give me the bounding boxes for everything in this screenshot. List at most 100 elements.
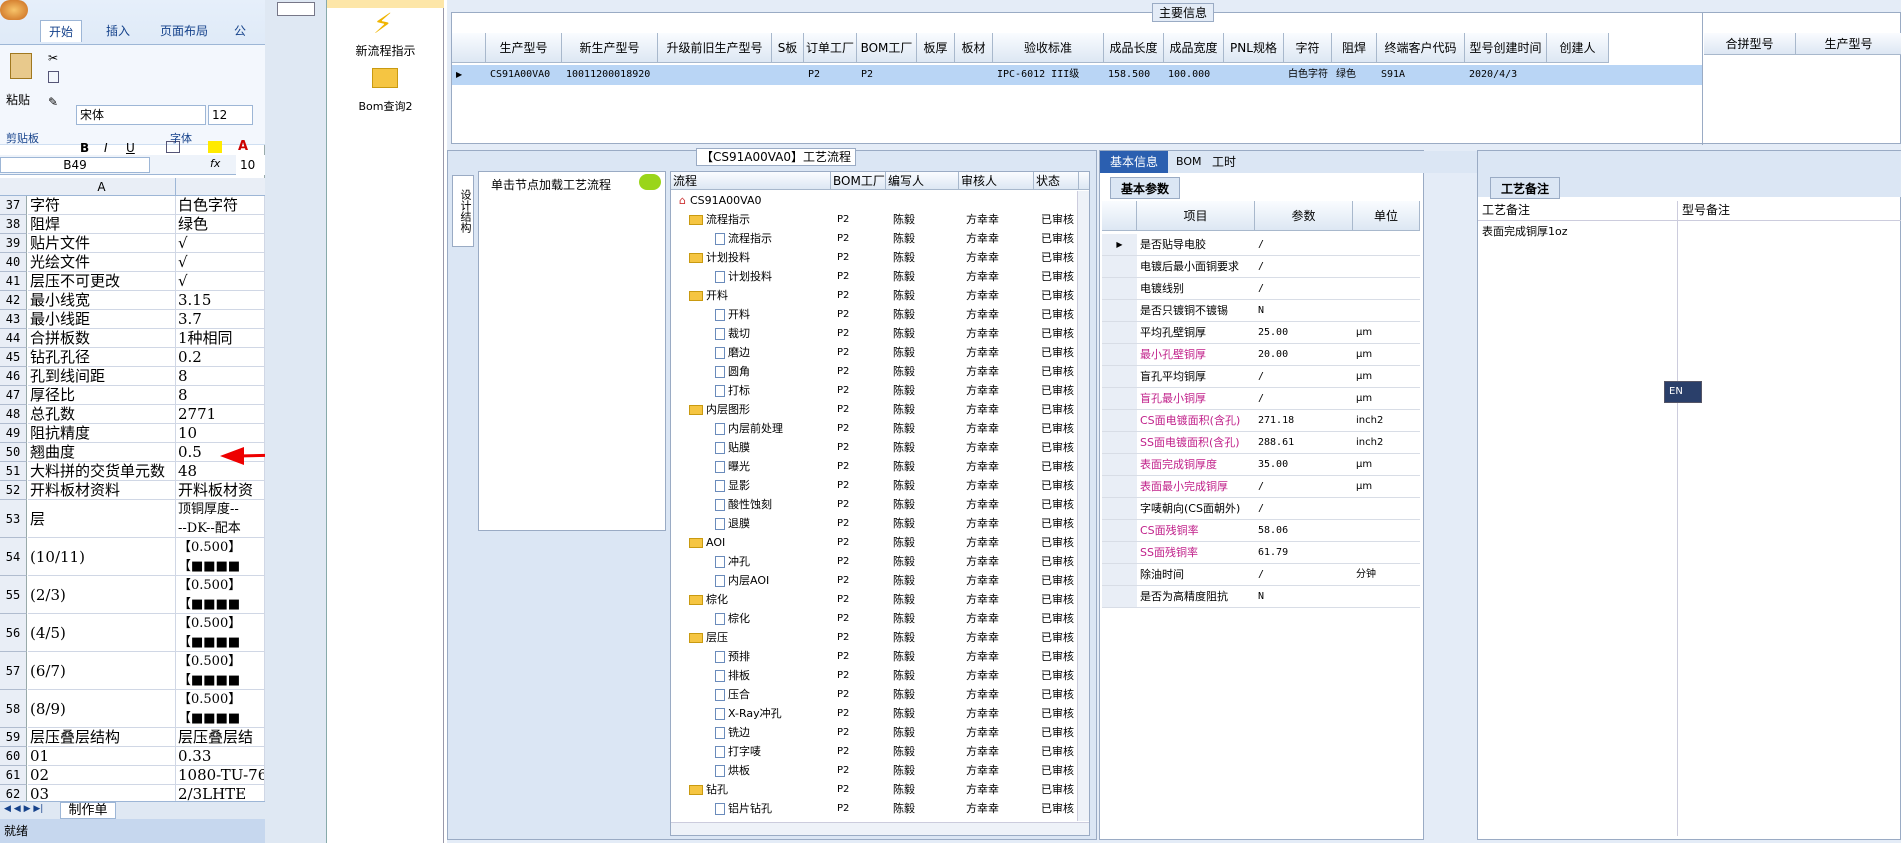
lightning-icon[interactable]: ⚡ xyxy=(373,10,393,38)
main-header-cell[interactable]: 阻焊 xyxy=(1332,33,1377,63)
param-row-selector[interactable] xyxy=(1102,476,1137,497)
param-row-selector[interactable] xyxy=(1102,388,1137,409)
row-number[interactable]: 52 xyxy=(0,481,27,500)
main-header-cell[interactable]: 板材 xyxy=(955,33,993,63)
row-number[interactable]: 57 xyxy=(0,652,27,690)
param-value[interactable]: 288.61 xyxy=(1258,432,1353,453)
param-value[interactable]: 58.06 xyxy=(1258,520,1353,541)
paste-icon[interactable] xyxy=(10,53,32,79)
row-number[interactable]: 49 xyxy=(0,424,27,443)
tree-row[interactable]: 冲孔 P2 陈毅 方幸幸 已审核 xyxy=(671,552,1081,571)
param-row[interactable]: CS面残铜率 58.06 xyxy=(1102,520,1420,542)
tree-node[interactable]: 流程指示 xyxy=(715,229,772,248)
cell-b[interactable]: √ xyxy=(176,234,265,253)
folder-icon[interactable] xyxy=(372,68,398,88)
tree-row[interactable]: 酸性蚀刻 P2 陈毅 方幸幸 已审核 xyxy=(671,495,1081,514)
fill-color-icon[interactable] xyxy=(208,141,222,153)
cell-a[interactable]: 阻抗精度 xyxy=(28,424,176,443)
cell-a[interactable]: 02 xyxy=(28,766,176,785)
main-header-cell[interactable]: 成品长度 xyxy=(1104,33,1164,63)
cell-a[interactable]: (8/9) xyxy=(28,690,176,728)
param-row[interactable]: 盲孔最小铜厚 / μm xyxy=(1102,388,1420,410)
tab-formulas[interactable]: 公式 xyxy=(226,20,265,60)
tree-row[interactable]: 打字唛 P2 陈毅 方幸幸 已审核 xyxy=(671,742,1081,761)
tree-row[interactable]: 内层图形 P2 陈毅 方幸幸 已审核 xyxy=(671,400,1081,419)
tree-header-cell[interactable]: 状态 xyxy=(1036,172,1079,190)
param-header-unit[interactable]: 单位 xyxy=(1353,201,1420,231)
cell-b[interactable]: 层压叠层结 xyxy=(176,728,265,747)
param-row[interactable]: 表面完成铜厚度 35.00 μm xyxy=(1102,454,1420,476)
process-remarks-text[interactable]: 表面完成铜厚1oz xyxy=(1478,221,1678,836)
vertical-tab-design[interactable]: 设计结构 xyxy=(452,175,474,247)
param-row-selector[interactable] xyxy=(1102,564,1137,585)
cut-icon[interactable]: ✂ xyxy=(48,51,58,65)
cell-a[interactable]: 层压叠层结构 xyxy=(28,728,176,747)
cell-b[interactable]: 10 xyxy=(176,424,265,443)
param-row-selector[interactable] xyxy=(1102,300,1137,321)
param-value[interactable]: / xyxy=(1258,476,1353,497)
param-row-selector[interactable] xyxy=(1102,256,1137,277)
tree-row[interactable]: 棕化 P2 陈毅 方幸幸 已审核 xyxy=(671,590,1081,609)
param-row[interactable]: 电镀线别 / xyxy=(1102,278,1420,300)
main-row-cell[interactable]: 绿色 xyxy=(1336,65,1377,85)
main-row-cell[interactable]: CS91A00VA0 xyxy=(490,65,562,85)
tree-row[interactable]: 钻孔 P2 陈毅 方幸幸 已审核 xyxy=(671,780,1081,799)
main-row-cell[interactable]: IPC-6012 III级 xyxy=(997,65,1104,85)
tree-node[interactable]: 曝光 xyxy=(715,457,750,476)
tree-header-cell[interactable]: 编写人 xyxy=(888,172,959,190)
param-row-selector[interactable] xyxy=(1102,432,1137,453)
formula-input[interactable]: 10 xyxy=(236,155,265,175)
tree-row[interactable]: 磨边 P2 陈毅 方幸幸 已审核 xyxy=(671,343,1081,362)
row-number[interactable]: 58 xyxy=(0,690,27,728)
param-value[interactable]: 271.18 xyxy=(1258,410,1353,431)
tree-node[interactable]: 内层AOI xyxy=(715,571,769,590)
tree-row[interactable]: 预排 P2 陈毅 方幸幸 已审核 xyxy=(671,647,1081,666)
row-number[interactable]: 44 xyxy=(0,329,27,348)
cell-b[interactable]: 【0.500】 【■■■■ xyxy=(176,538,265,576)
tree-node[interactable]: 计划投料 xyxy=(689,248,750,267)
tree-row[interactable]: 打标 P2 陈毅 方幸幸 已审核 xyxy=(671,381,1081,400)
row-number[interactable]: 50 xyxy=(0,443,27,462)
tree-node[interactable]: 铝片钻孔 xyxy=(715,799,772,818)
cell-a[interactable]: 开料板材资料 xyxy=(28,481,176,500)
cell-a[interactable]: 合拼板数 xyxy=(28,329,176,348)
row-number[interactable]: 56 xyxy=(0,614,27,652)
cell-a[interactable]: 厚径比 xyxy=(28,386,176,405)
main-header-cell[interactable]: 字符 xyxy=(1284,33,1332,63)
fx-icon[interactable]: fx xyxy=(210,157,220,170)
cell-b[interactable]: √ xyxy=(176,272,265,291)
tree-row[interactable]: 流程指示 P2 陈毅 方幸幸 已审核 xyxy=(671,229,1081,248)
row-number[interactable]: 59 xyxy=(0,728,27,747)
tree-row[interactable]: 曝光 P2 陈毅 方幸幸 已审核 xyxy=(671,457,1081,476)
tree-row[interactable]: 铣边 P2 陈毅 方幸幸 已审核 xyxy=(671,723,1081,742)
tree-node[interactable]: 铣边 xyxy=(715,723,750,742)
row-number[interactable]: 55 xyxy=(0,576,27,614)
param-header-item[interactable]: 项目 xyxy=(1137,201,1255,231)
cell-b[interactable]: 8 xyxy=(176,386,265,405)
tree-row[interactable]: 圆角 P2 陈毅 方幸幸 已审核 xyxy=(671,362,1081,381)
main-header-cell[interactable]: 成品宽度 xyxy=(1164,33,1224,63)
cell-b[interactable]: 【0.500】 【■■■■ xyxy=(176,690,265,728)
tree-node[interactable]: X-Ray冲孔 xyxy=(715,704,782,723)
row-number[interactable]: 51 xyxy=(0,462,27,481)
param-value[interactable]: / xyxy=(1258,498,1353,519)
main-header-cell[interactable]: 验收标准 xyxy=(993,33,1104,63)
param-row[interactable]: SS面残铜率 61.79 xyxy=(1102,542,1420,564)
main-header-cell[interactable]: 升级前旧生产型号 xyxy=(658,33,772,63)
cell-a[interactable]: 最小线距 xyxy=(28,310,176,329)
font-color-icon[interactable]: A xyxy=(238,139,248,154)
cell-a[interactable]: 贴片文件 xyxy=(28,234,176,253)
cell-a[interactable]: 阻焊 xyxy=(28,215,176,234)
cell-b[interactable]: 3.7 xyxy=(176,310,265,329)
row-number[interactable]: 48 xyxy=(0,405,27,424)
tree-row[interactable]: 铝片钻孔 P2 陈毅 方幸幸 已审核 xyxy=(671,799,1081,818)
param-value[interactable]: N xyxy=(1258,300,1353,321)
tree-node[interactable]: 开料 xyxy=(715,305,750,324)
cell-b[interactable]: 【0.500】 【■■■■ xyxy=(176,614,265,652)
param-row[interactable]: SS面电镀面积(含孔) 288.61 inch2 xyxy=(1102,432,1420,454)
cell-b[interactable]: 3.15 xyxy=(176,291,265,310)
main-row-cell[interactable]: S91A xyxy=(1381,65,1465,85)
tree-row[interactable]: 烘板 P2 陈毅 方幸幸 已审核 xyxy=(671,761,1081,780)
main-header-cell[interactable]: S板 xyxy=(772,33,804,63)
param-row[interactable]: 平均孔壁铜厚 25.00 μm xyxy=(1102,322,1420,344)
